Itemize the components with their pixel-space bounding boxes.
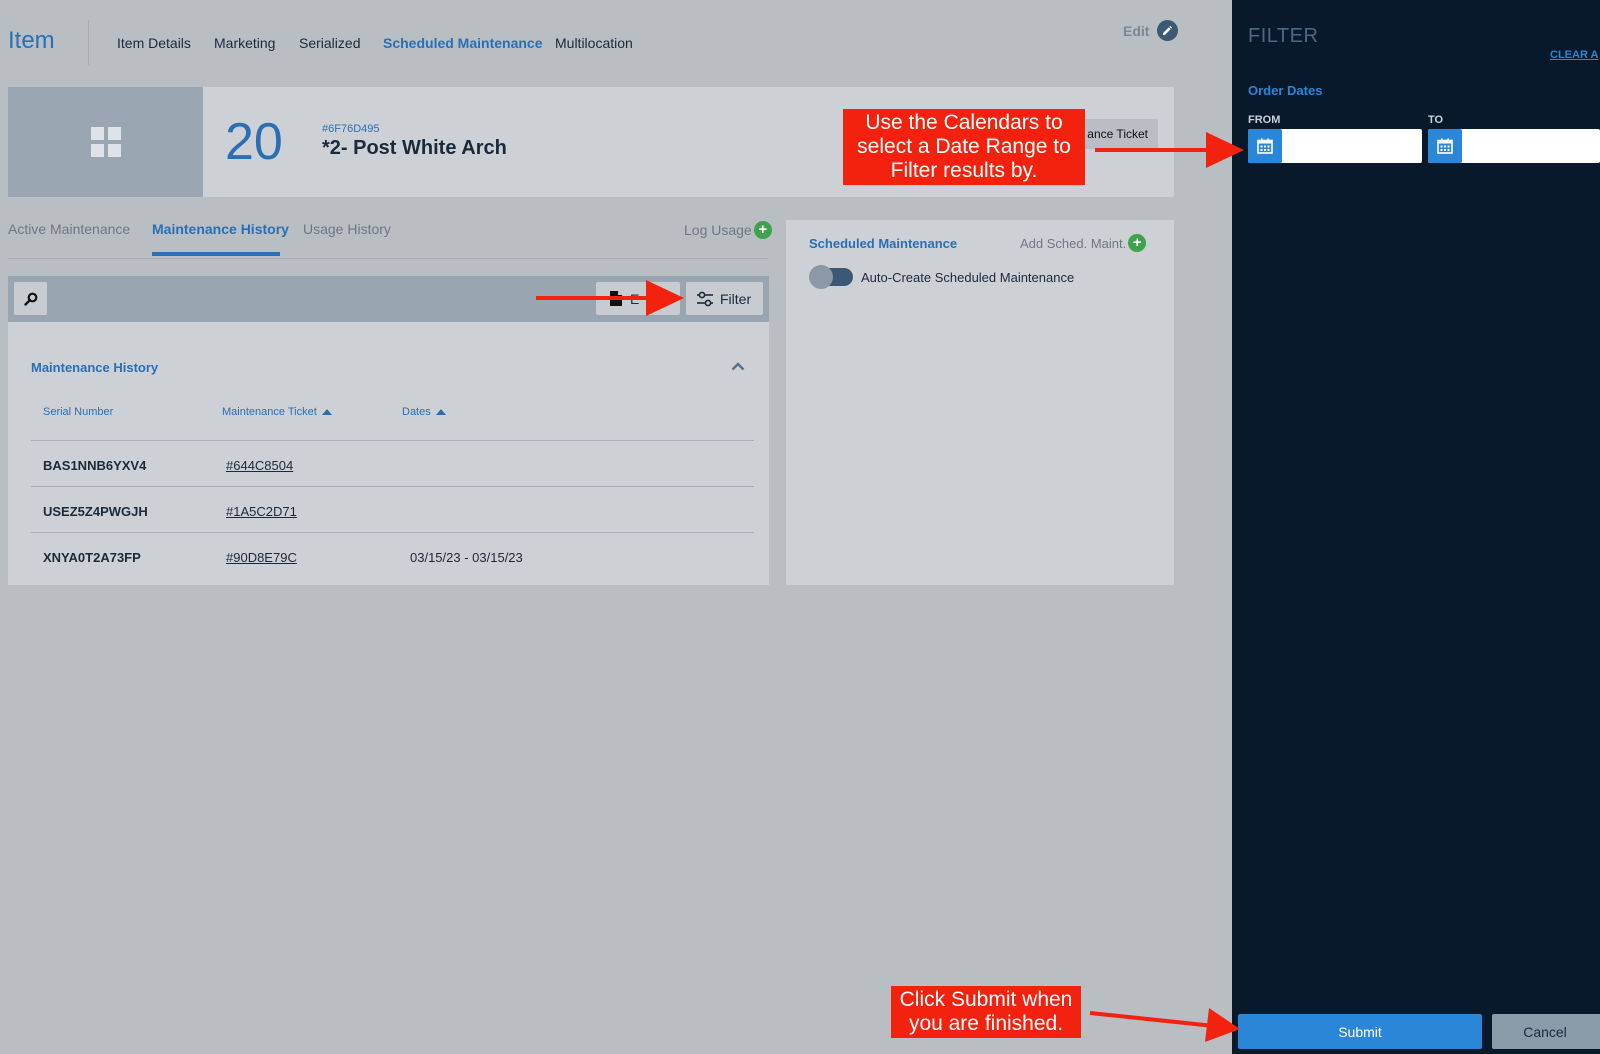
order-dates-heading: Order Dates <box>1248 83 1323 98</box>
auto-create-toggle[interactable] <box>809 265 853 289</box>
edit-button[interactable]: Edit <box>1123 20 1179 41</box>
sliders-icon <box>697 291 713 306</box>
pencil-icon <box>1157 20 1179 41</box>
sort-up-icon <box>435 409 446 415</box>
edit-label: Edit <box>1123 22 1150 39</box>
ticket-link[interactable]: #1A5C2D71 <box>226 504 297 519</box>
calendar-instruction-callout: Use the Calendars to select a Date Range… <box>843 109 1085 185</box>
filter-button[interactable]: Filter <box>686 282 763 315</box>
calendar-icon <box>1257 138 1273 154</box>
nav-divider <box>88 20 89 65</box>
arrow-to-submit <box>1089 1008 1240 1042</box>
ticket-link[interactable]: #90D8E79C <box>226 550 297 565</box>
cancel-button[interactable]: Cancel <box>1492 1014 1600 1049</box>
row-divider <box>31 486 754 487</box>
from-label: FROM <box>1248 114 1281 126</box>
item-thumbnail <box>8 87 203 197</box>
clear-all-link[interactable]: CLEAR A <box>1550 49 1598 61</box>
search-icon <box>23 292 37 306</box>
tab-maintenance-history[interactable]: Maintenance History <box>152 221 289 237</box>
column-label: Maintenance Ticket <box>222 406 317 418</box>
chevron-up-icon[interactable] <box>731 362 745 371</box>
nav-serialized[interactable]: Serialized <box>299 35 360 51</box>
sort-up-icon <box>321 409 332 415</box>
maintenance-history-panel: Maintenance History Serial Number Mainte… <box>8 322 769 585</box>
to-label: TO <box>1428 114 1444 126</box>
file-icon <box>610 291 622 306</box>
serial-number: BAS1NNB6YXV4 <box>43 458 147 473</box>
ticket-link[interactable]: #644C8504 <box>226 458 293 473</box>
to-calendar-button[interactable] <box>1428 129 1462 163</box>
nav-scheduled-maintenance[interactable]: Scheduled Maintenance <box>383 35 542 51</box>
active-tab-indicator <box>152 252 280 256</box>
row-divider <box>31 440 754 441</box>
nav-multilocation[interactable]: Multilocation <box>555 35 633 51</box>
column-header-ticket[interactable]: Maintenance Ticket <box>222 406 332 418</box>
from-date-field <box>1248 129 1422 163</box>
filter-drawer: FILTER CLEAR A Order Dates FROM TO Submi… <box>1232 0 1600 1054</box>
search-button[interactable] <box>14 282 47 315</box>
page-title: Item <box>8 27 55 54</box>
export-button[interactable]: E <box>596 282 680 315</box>
log-usage-label: Log Usage <box>684 222 752 238</box>
dates-cell: 03/15/23 - 03/15/23 <box>410 550 523 565</box>
to-date-input[interactable] <box>1464 129 1598 163</box>
drawer-title: FILTER <box>1248 25 1319 47</box>
export-label: E <box>630 290 640 307</box>
tab-active-maintenance[interactable]: Active Maintenance <box>8 221 130 237</box>
tab-usage-history[interactable]: Usage History <box>303 221 391 237</box>
section-title: Scheduled Maintenance <box>809 236 958 251</box>
nav-item-details[interactable]: Item Details <box>117 35 191 51</box>
to-date-field <box>1428 129 1600 163</box>
history-toolbar: E Filter <box>8 276 769 322</box>
tabs-divider <box>8 258 768 259</box>
log-usage-button[interactable]: Log Usage + <box>684 221 772 239</box>
section-title: Maintenance History <box>31 360 159 375</box>
plus-icon: + <box>753 221 772 239</box>
top-navigation: Item Item Details Marketing Serialized S… <box>0 0 1230 85</box>
column-header-serial[interactable]: Serial Number <box>43 406 113 418</box>
add-scheduled-maintenance-button[interactable]: Add Sched. Maint. + <box>1020 234 1147 252</box>
column-label: Serial Number <box>43 406 114 418</box>
column-header-dates[interactable]: Dates <box>402 406 446 418</box>
column-label: Dates <box>402 406 431 418</box>
plus-icon: + <box>1128 234 1147 252</box>
toggle-knob <box>809 265 833 289</box>
item-quantity: 20 <box>225 113 283 171</box>
row-divider <box>31 532 754 533</box>
item-id: #6F76D495 <box>322 123 380 135</box>
serial-number: USEZ5Z4PWGJH <box>43 504 148 519</box>
nav-marketing[interactable]: Marketing <box>214 35 275 51</box>
calendar-icon <box>1437 138 1453 154</box>
submit-instruction-callout: Click Submit when you are finished. <box>891 986 1081 1038</box>
submit-button[interactable]: Submit <box>1238 1014 1482 1049</box>
item-name: *2- Post White Arch <box>322 137 507 159</box>
grid-icon <box>90 127 121 157</box>
add-sched-label: Add Sched. Maint. <box>1020 235 1127 251</box>
filter-label: Filter <box>720 290 752 307</box>
from-date-input[interactable] <box>1284 129 1420 163</box>
toggle-label: Auto-Create Scheduled Maintenance <box>861 270 1075 285</box>
serial-number: XNYA0T2A73FP <box>43 550 141 565</box>
from-calendar-button[interactable] <box>1248 129 1282 163</box>
scheduled-maintenance-panel: Scheduled Maintenance Add Sched. Maint. … <box>786 220 1174 585</box>
